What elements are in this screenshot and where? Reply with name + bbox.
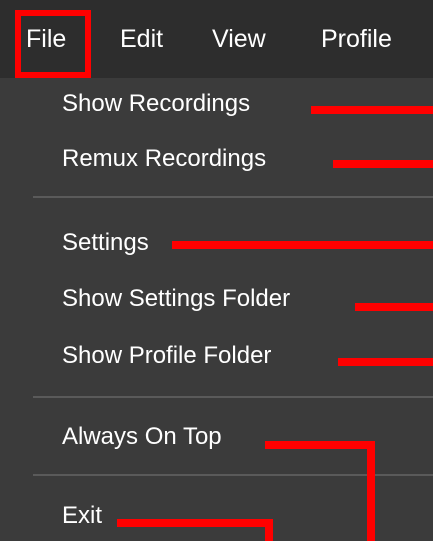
menu-item-always-on-top[interactable]: Always On Top [62,421,222,453]
menu-separator [33,396,433,398]
pointer-line [265,519,273,541]
pointer-line [265,441,375,449]
pointer-line [355,303,433,311]
menu-item-exit[interactable]: Exit [62,500,102,532]
pointer-line [117,519,273,527]
pointer-line [367,441,375,541]
menu-item-show-settings-folder[interactable]: Show Settings Folder [62,283,290,315]
pointer-line [311,106,433,114]
menu-profile[interactable]: Profile [321,20,392,58]
menu-item-show-profile-folder[interactable]: Show Profile Folder [62,340,271,372]
app-window: File Edit View Profile Show Recordings R… [0,0,433,541]
pointer-line [172,241,433,249]
menu-edit[interactable]: Edit [120,20,163,58]
file-menu-highlight-box [15,10,91,78]
menu-separator [33,196,433,198]
menu-item-remux-recordings[interactable]: Remux Recordings [62,143,266,175]
menu-view[interactable]: View [212,20,266,58]
menu-item-settings[interactable]: Settings [62,227,149,259]
pointer-line [338,358,433,366]
pointer-line [333,160,433,168]
menu-item-show-recordings[interactable]: Show Recordings [62,88,250,120]
